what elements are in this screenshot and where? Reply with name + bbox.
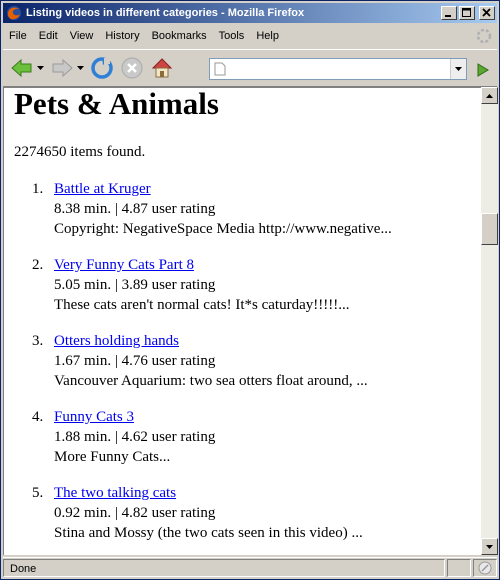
- item-number: 5.: [32, 485, 44, 501]
- item-number: 1.: [32, 181, 44, 197]
- menu-tools[interactable]: Tools: [213, 27, 251, 45]
- video-description: Stina and Mossy (the two cats seen in th…: [54, 525, 363, 541]
- navigation-toolbar: [3, 49, 497, 87]
- video-meta: 8.38 min. | 4.87 user rating: [54, 201, 216, 217]
- scroll-up-button[interactable]: [481, 87, 498, 104]
- menu-history[interactable]: History: [99, 27, 145, 45]
- close-icon: [482, 8, 491, 17]
- forward-arrow-icon: [52, 58, 73, 78]
- close-button[interactable]: [479, 6, 495, 20]
- reload-icon: [91, 57, 113, 79]
- video-results-list: 1. Battle at Kruger 8.38 min. | 4.87 use…: [14, 179, 474, 543]
- video-title-link[interactable]: Funny Cats 3: [54, 409, 134, 425]
- video-title-link[interactable]: Battle at Kruger: [54, 181, 151, 197]
- url-input[interactable]: [210, 59, 440, 79]
- list-item: 5. The two talking cats 0.92 min. | 4.82…: [14, 483, 474, 543]
- scroll-thumb[interactable]: [481, 213, 498, 245]
- maximize-button[interactable]: [459, 6, 475, 20]
- throbber-icon: [476, 28, 492, 44]
- arrow-up-icon: [486, 93, 493, 98]
- scroll-down-button[interactable]: [481, 538, 498, 555]
- status-panel: [447, 558, 471, 577]
- address-bar[interactable]: [209, 58, 467, 80]
- stop-button[interactable]: [119, 54, 145, 82]
- maximize-icon: [462, 8, 471, 17]
- chevron-down-icon: [76, 66, 84, 70]
- minimize-button[interactable]: [441, 6, 457, 20]
- firefox-icon: [7, 6, 21, 20]
- page-content: Pets & Animals 2274650 items found. 1. B…: [14, 88, 474, 555]
- video-description: These cats aren't normal cats! It*s catu…: [54, 297, 350, 313]
- status-bar: Done: [3, 557, 497, 577]
- video-description: Copyright: NegativeSpace Media http://ww…: [54, 221, 392, 237]
- title-bar[interactable]: Listing videos in different categories -…: [3, 3, 497, 23]
- video-description: More Funny Cats...: [54, 449, 171, 465]
- menu-view[interactable]: View: [64, 27, 100, 45]
- forward-button[interactable]: [49, 54, 75, 82]
- video-description: Vancouver Aquarium: two sea otters float…: [54, 373, 368, 389]
- menu-file[interactable]: File: [3, 27, 33, 45]
- browser-window: Listing videos in different categories -…: [0, 0, 500, 580]
- video-meta: 5.05 min. | 3.89 user rating: [54, 277, 216, 293]
- minimize-icon: [445, 15, 451, 17]
- window-title: Listing videos in different categories -…: [26, 7, 305, 19]
- chevron-down-icon: [36, 66, 44, 70]
- status-resize-grip[interactable]: [473, 558, 497, 577]
- url-history-dropdown[interactable]: [450, 59, 466, 79]
- pen-icon: [478, 561, 492, 574]
- forward-history-dropdown[interactable]: [75, 54, 85, 82]
- page-title: Pets & Animals: [14, 87, 219, 121]
- page-viewport[interactable]: Pets & Animals 2274650 items found. 1. B…: [3, 87, 481, 555]
- video-title-link[interactable]: Very Funny Cats Part 8: [54, 257, 194, 273]
- menu-bookmarks[interactable]: Bookmarks: [146, 27, 213, 45]
- item-number: 2.: [32, 257, 44, 273]
- menu-edit[interactable]: Edit: [33, 27, 64, 45]
- video-meta: 1.67 min. | 4.76 user rating: [54, 353, 216, 369]
- page-icon: [214, 62, 226, 76]
- stop-icon: [121, 57, 143, 79]
- video-title-link[interactable]: Otters holding hands: [54, 333, 179, 349]
- video-title-link[interactable]: The two talking cats: [54, 485, 176, 501]
- reload-button[interactable]: [89, 54, 115, 82]
- menu-bar: File Edit View History Bookmarks Tools H…: [3, 25, 497, 47]
- list-item: 2. Very Funny Cats Part 8 5.05 min. | 3.…: [14, 255, 474, 315]
- back-arrow-icon: [11, 58, 32, 78]
- home-icon: [151, 58, 173, 78]
- list-item: 4. Funny Cats 3 1.88 min. | 4.62 user ra…: [14, 407, 474, 467]
- menu-help[interactable]: Help: [250, 27, 285, 45]
- chevron-down-icon: [455, 67, 462, 71]
- item-number: 3.: [32, 333, 44, 349]
- video-meta: 0.92 min. | 4.82 user rating: [54, 505, 216, 521]
- item-number: 4.: [32, 409, 44, 425]
- items-found-count: 2274650 items found.: [14, 144, 146, 160]
- status-text: Done: [3, 558, 445, 577]
- list-item: 1. Battle at Kruger 8.38 min. | 4.87 use…: [14, 179, 474, 239]
- go-arrow-icon: [477, 63, 489, 77]
- home-button[interactable]: [149, 54, 175, 82]
- vertical-scrollbar[interactable]: [481, 87, 498, 555]
- back-history-dropdown[interactable]: [35, 54, 45, 82]
- go-button[interactable]: [471, 59, 493, 81]
- list-item: 3. Otters holding hands 1.67 min. | 4.76…: [14, 331, 474, 391]
- video-meta: 1.88 min. | 4.62 user rating: [54, 429, 216, 445]
- arrow-down-icon: [486, 544, 493, 549]
- back-button[interactable]: [9, 54, 35, 82]
